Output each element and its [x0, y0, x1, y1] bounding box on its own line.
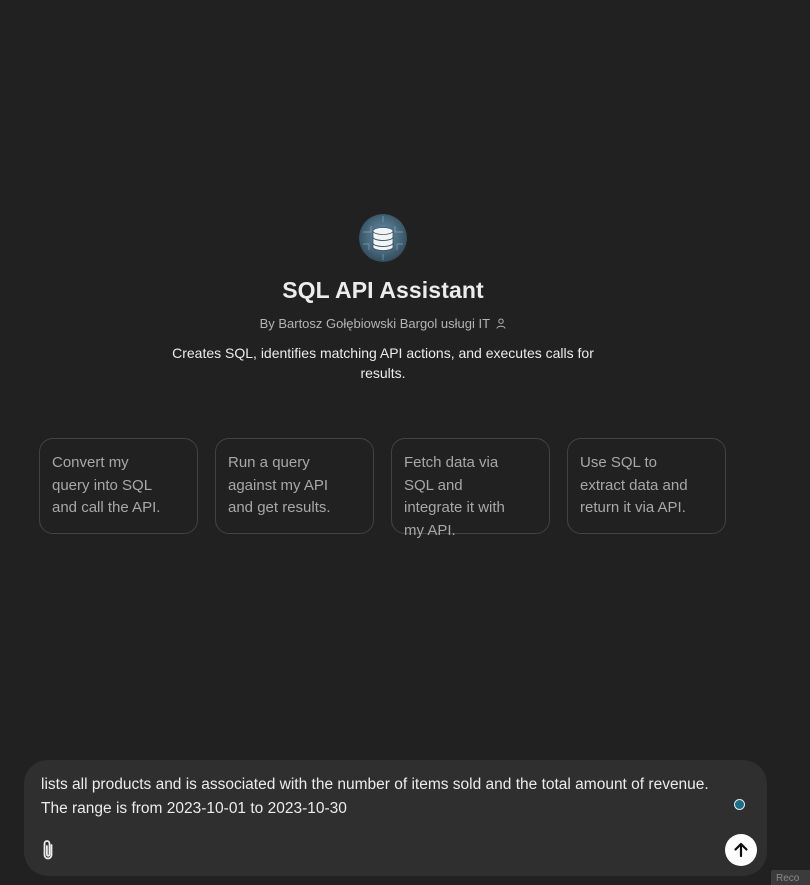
assistant-title: SQL API Assistant: [282, 277, 484, 303]
starter-card[interactable]: Run a query against my API and get resul…: [215, 438, 374, 534]
grammar-indicator-icon[interactable]: [734, 799, 745, 810]
starter-text: Convert my query into SQL and call the A…: [52, 454, 161, 516]
arrow-up-icon: [734, 842, 748, 858]
message-composer: lists all products and is associated wit…: [24, 760, 767, 876]
starter-card[interactable]: Fetch data via SQL and integrate it with…: [391, 438, 550, 539]
database-icon: [359, 214, 407, 262]
starter-card[interactable]: Use SQL to extract data and return it vi…: [567, 438, 726, 534]
starter-card[interactable]: Convert my query into SQL and call the A…: [39, 438, 198, 534]
byline-text: By Bartosz Gołębiowski Bargol usługi IT: [259, 316, 490, 331]
person-icon: [496, 317, 506, 332]
corner-tab[interactable]: Reco: [771, 870, 810, 885]
assistant-description: Creates SQL, identifies matching API act…: [172, 345, 594, 381]
paperclip-icon[interactable]: [37, 838, 59, 862]
chat-page: SQL API Assistant By Bartosz Gołębiowski…: [0, 0, 810, 885]
assistant-avatar: [359, 214, 407, 262]
starter-text: Use SQL to extract data and return it vi…: [580, 454, 688, 516]
starter-text: Fetch data via SQL and integrate it with…: [404, 454, 505, 539]
message-input[interactable]: lists all products and is associated wit…: [41, 773, 741, 821]
send-button[interactable]: [725, 834, 757, 866]
starter-text: Run a query against my API and get resul…: [228, 454, 331, 516]
assistant-byline[interactable]: By Bartosz Gołębiowski Bargol usługi IT: [0, 316, 766, 332]
